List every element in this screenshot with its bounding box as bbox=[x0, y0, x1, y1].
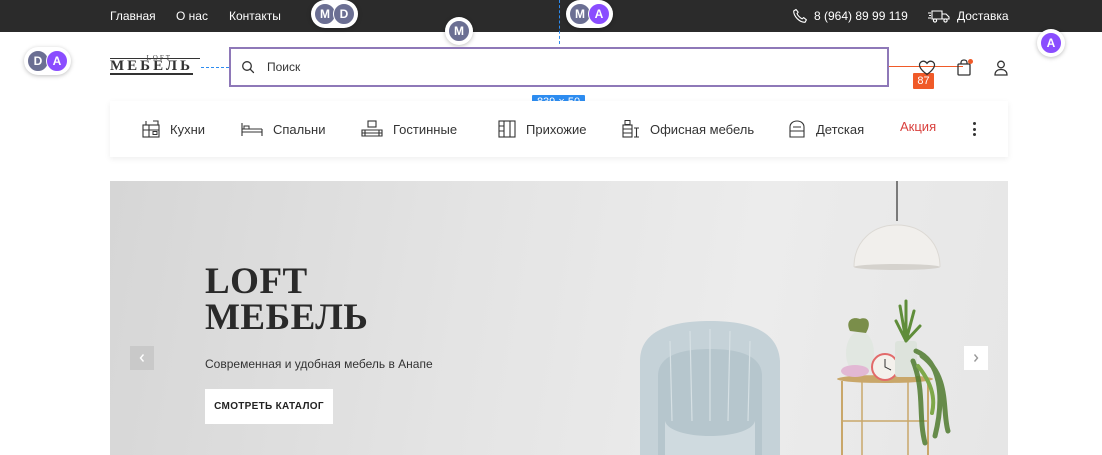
category-living-rooms[interactable]: Гостинные bbox=[360, 119, 457, 139]
view-catalog-button[interactable]: СМОТРЕТЬ КАТАЛОГ bbox=[205, 389, 333, 424]
alignment-guide-vertical bbox=[559, 0, 560, 44]
collaborator-cursor-right[interactable]: A bbox=[1037, 29, 1065, 57]
search-bar[interactable] bbox=[229, 47, 889, 87]
delivery-link[interactable]: Доставка bbox=[927, 8, 1009, 24]
phone-number: 8 (964) 89 99 119 bbox=[814, 9, 908, 23]
category-bedrooms[interactable]: Спальни bbox=[240, 119, 325, 139]
category-label: Акция bbox=[900, 119, 937, 134]
collaborator-group-left[interactable]: D A bbox=[24, 47, 71, 75]
avatar: M bbox=[448, 20, 470, 42]
wardrobe-icon bbox=[498, 120, 516, 138]
logo-big-text: МЕБЕЛЬ bbox=[110, 58, 193, 75]
collaborator-group-center[interactable]: M A bbox=[566, 0, 613, 28]
site-logo[interactable]: LOFT МЕБЕЛЬ bbox=[110, 54, 200, 75]
kids-room-icon bbox=[789, 120, 805, 138]
user-icon bbox=[994, 60, 1008, 76]
more-options-icon[interactable] bbox=[972, 122, 976, 136]
category-kids[interactable]: Детская bbox=[787, 119, 864, 139]
alignment-guide-horizontal bbox=[201, 67, 229, 68]
search-input[interactable] bbox=[267, 60, 867, 74]
heart-icon bbox=[918, 60, 936, 76]
chevron-left-icon bbox=[139, 354, 145, 362]
chevron-right-icon bbox=[973, 354, 979, 362]
category-sale[interactable]: Акция bbox=[900, 119, 936, 134]
category-label: Прихожие bbox=[526, 121, 587, 137]
category-label: Офисная мебель bbox=[650, 121, 755, 137]
account-button[interactable] bbox=[991, 58, 1011, 78]
phone-icon bbox=[792, 8, 808, 24]
slider-next-button[interactable] bbox=[964, 346, 988, 370]
truck-icon bbox=[927, 8, 951, 24]
cart-notification-dot bbox=[968, 59, 973, 64]
living-room-icon bbox=[361, 120, 383, 137]
phone-link[interactable]: 8 (964) 89 99 119 bbox=[792, 8, 908, 24]
hero-banner: LOFT МЕБЕЛЬ Современная и удобная мебель… bbox=[110, 181, 1008, 455]
avatar: D bbox=[333, 3, 355, 25]
search-icon bbox=[242, 61, 255, 74]
favorites-button[interactable] bbox=[917, 58, 937, 78]
hero-subtitle: Современная и удобная мебель в Анапе bbox=[205, 357, 433, 371]
top-bar: Главная О нас Контакты 8 (964) 89 99 119… bbox=[0, 0, 1102, 44]
hero-title: LOFT МЕБЕЛЬ bbox=[205, 261, 369, 338]
nav-link-home[interactable]: Главная bbox=[110, 9, 156, 23]
nav-link-about[interactable]: О нас bbox=[176, 9, 208, 23]
avatar: A bbox=[46, 50, 68, 72]
category-label: Гостинные bbox=[393, 121, 458, 137]
slider-prev-button[interactable] bbox=[130, 346, 154, 370]
collaborator-cursor-search[interactable]: M bbox=[445, 17, 473, 45]
avatar: A bbox=[1040, 32, 1062, 54]
category-hallways[interactable]: Прихожие bbox=[497, 119, 586, 139]
hero-title-line2: МЕБЕЛЬ bbox=[205, 297, 369, 338]
category-kitchens[interactable]: Кухни bbox=[141, 119, 205, 139]
category-nav: Кухни Спальни Гостинные Прихожие Офисная… bbox=[110, 101, 1008, 157]
category-label: Кухни bbox=[170, 121, 206, 137]
kitchen-icon bbox=[142, 120, 160, 138]
hero-title-line1: LOFT bbox=[205, 261, 308, 302]
collaborator-group-top[interactable]: M D bbox=[311, 0, 358, 28]
cart-button[interactable] bbox=[954, 58, 974, 78]
delivery-label: Доставка bbox=[957, 9, 1009, 23]
category-label: Спальни bbox=[273, 121, 326, 137]
avatar: A bbox=[588, 3, 610, 25]
nav-link-contacts[interactable]: Контакты bbox=[229, 9, 281, 23]
office-furniture-icon bbox=[622, 120, 639, 138]
bed-icon bbox=[241, 123, 263, 136]
category-label: Детская bbox=[816, 121, 865, 137]
category-office-furniture[interactable]: Офисная мебель bbox=[621, 119, 754, 139]
